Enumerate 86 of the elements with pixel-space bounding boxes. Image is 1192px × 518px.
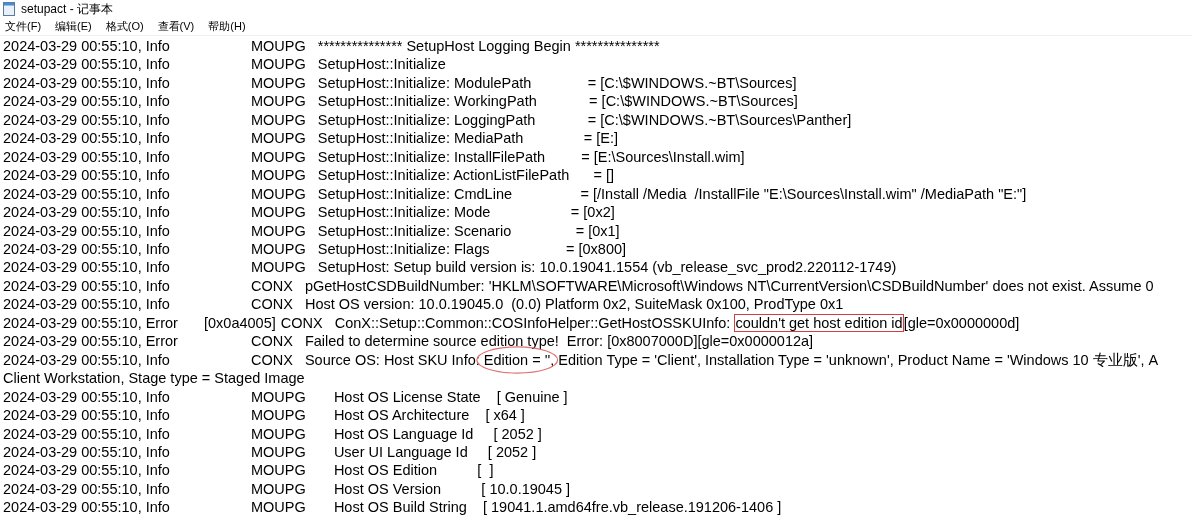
log-timestamp: 2024-03-29 00:55:10, Info	[3, 92, 171, 111]
log-message: SetupHost: Setup build version is: 10.0.19041.1554 (vb_release_svc_prod2.220112-1749)	[317, 258, 897, 277]
log-message: Failed to determine source edition type! Error: [0x8007000D][gle=0x0000012a]	[304, 332, 814, 351]
log-source: MOUPG	[251, 221, 306, 240]
log-message: SetupHost::Initialize: CmdLine = [/Install /Media /InstallFile "E:\Sources\Install.wim" /MediaPath "E:"]	[317, 184, 1027, 204]
menu-item[interactable]: 文件(F)	[5, 18, 42, 35]
log-timestamp: 2024-03-29 00:55:10, Info	[3, 73, 171, 93]
log-message: SetupHost::Initialize: Mode = [0x2]	[317, 203, 615, 222]
log-source: MOUPG	[251, 73, 306, 93]
error-code: [0x0a4005]	[204, 313, 276, 333]
log-timestamp: 2024-03-29 00:55:10, Info	[3, 498, 171, 517]
log-timestamp: 2024-03-29 00:55:10, Info	[3, 110, 171, 130]
log-message: SetupHost::Initialize: LoggingPath = [C:\$WINDOWS.~BT\Sources\Panther]	[317, 110, 852, 130]
log-message: Host OS Language Id [ 2052 ]	[332, 424, 542, 443]
log-timestamp: 2024-03-29 00:55:10, Info	[3, 442, 171, 462]
log-timestamp: 2024-03-29 00:55:10, Info	[3, 479, 171, 499]
log-message: SetupHost::Initialize: ModulePath = [C:\$WINDOWS.~BT\Sources]	[317, 73, 797, 93]
log-message: pGetHostCSDBuildNumber: 'HKLM\SOFTWARE\Microsoft\Windows NT\CurrentVersion\CSDBuildNumber' does not exist. Assume 0	[304, 276, 1154, 296]
log-source: MOUPG	[251, 92, 306, 111]
log-timestamp: 2024-03-29 00:55:10, Info	[3, 461, 171, 480]
menu-item[interactable]: 查看(V)	[157, 18, 195, 35]
log-source: CONX	[251, 350, 293, 370]
log-timestamp: 2024-03-29 00:55:10, Info	[3, 147, 171, 167]
menu-item[interactable]: 编辑(E)	[55, 18, 92, 35]
log-message: Host OS Build String [ 19041.1.amd64fre.vb_release.191206-1406 ]	[332, 498, 782, 517]
log-source: MOUPG	[251, 424, 306, 443]
log-timestamp: 2024-03-29 00:55:10, Info	[3, 387, 171, 407]
log-source: MOUPG	[251, 203, 306, 222]
log-timestamp: 2024-03-29 00:55:10, Info	[3, 184, 171, 204]
log-source: MOUPG	[251, 442, 306, 462]
log-line: Client Workstation, Stage type = Staged Image	[3, 369, 306, 388]
log-timestamp: 2024-03-29 00:55:10, Info	[3, 203, 171, 222]
log-timestamp: 2024-03-29 00:55:10, Info	[3, 240, 171, 259]
log-timestamp: 2024-03-29 00:55:10, Info	[3, 37, 171, 56]
log-message: Host OS Edition [ ]	[332, 461, 494, 480]
log-source: CONX	[280, 313, 323, 333]
window-title: setupact - 记事本	[21, 1, 114, 18]
log-source: CONX	[251, 332, 293, 351]
log-message: SetupHost::Initialize: WorkingPath = [C:\$WINDOWS.~BT\Sources]	[317, 92, 798, 111]
log-message: Host OS Version [ 10.0.19045 ]	[332, 479, 571, 499]
log-message: SetupHost::Initialize: ActionListFilePath = []	[317, 166, 614, 185]
log-timestamp: 2024-03-29 00:55:10, Info	[3, 221, 171, 240]
log-source: MOUPG	[251, 166, 306, 185]
log-source: MOUPG	[251, 406, 306, 425]
log-message: ConX::Setup::Common::COSInfoHelper::GetHostOSSKUInfo: couldn't get host edition id[gle=0x0000000d]	[334, 313, 1020, 333]
log-message: Host OS version: 10.0.19045.0 (0.0) Platform 0x2, SuiteMask 0x100, ProdType 0x1	[304, 295, 844, 314]
menu-item[interactable]: 帮助(H)	[208, 18, 246, 35]
log-message: Host OS License State [ Genuine ]	[332, 387, 568, 407]
log-message: SetupHost::Initialize: MediaPath = [E:]	[317, 129, 618, 148]
log-timestamp: 2024-03-29 00:55:10, Info	[3, 129, 171, 148]
log-source: MOUPG	[251, 37, 306, 56]
log-message: Source OS: Host SKU Info: Edition = '', Edition Type = 'Client', Installation Type = 'unknown', Product Name = 'Windows 10 专业版', A	[304, 350, 1159, 370]
log-source: MOUPG	[251, 129, 306, 148]
log-source: CONX	[251, 295, 293, 314]
log-source: CONX	[251, 276, 293, 296]
log-timestamp: 2024-03-29 00:55:10, Info	[3, 350, 171, 370]
log-source: MOUPG	[251, 461, 306, 480]
log-timestamp: 2024-03-29 00:55:10, Info	[3, 406, 171, 425]
menu-item[interactable]: 格式(O)	[105, 18, 144, 35]
log-source: MOUPG	[251, 498, 306, 517]
log-source: MOUPG	[251, 55, 306, 74]
log-timestamp: 2024-03-29 00:55:10, Info	[3, 55, 171, 74]
log-message: SetupHost::Initialize: Scenario = [0x1]	[317, 221, 620, 240]
notepad-icon	[3, 2, 15, 16]
log-source: MOUPG	[251, 258, 306, 277]
log-source: MOUPG	[251, 240, 306, 259]
log-timestamp: 2024-03-29 00:55:10, Error	[3, 313, 179, 333]
log-timestamp: 2024-03-29 00:55:10, Info	[3, 166, 171, 185]
log-timestamp: 2024-03-29 00:55:10, Info	[3, 276, 171, 296]
log-timestamp: 2024-03-29 00:55:10, Error	[3, 332, 179, 351]
log-source: MOUPG	[251, 147, 306, 167]
log-message: SetupHost::Initialize: Flags = [0x800]	[317, 240, 627, 259]
log-message: *************** SetupHost Logging Begin ***************	[317, 37, 660, 56]
log-message: User UI Language Id [ 2052 ]	[332, 442, 537, 462]
log-source: MOUPG	[251, 387, 306, 407]
log-message: SetupHost::Initialize: InstallFilePath = [E:\Sources\Install.wim]	[317, 147, 745, 167]
log-timestamp: 2024-03-29 00:55:10, Info	[3, 258, 171, 277]
log-source: MOUPG	[251, 184, 306, 204]
log-timestamp: 2024-03-29 00:55:10, Info	[3, 424, 171, 443]
circled-text: Edition = ''	[483, 351, 551, 368]
log-message: Host OS Architecture [ x64 ]	[332, 406, 525, 425]
log-timestamp: 2024-03-29 00:55:10, Info	[3, 295, 171, 314]
log-source: MOUPG	[251, 479, 306, 499]
boxed-text: couldn't get host edition id	[734, 313, 904, 332]
log-message: SetupHost::Initialize	[317, 55, 446, 74]
log-source: MOUPG	[251, 110, 306, 130]
